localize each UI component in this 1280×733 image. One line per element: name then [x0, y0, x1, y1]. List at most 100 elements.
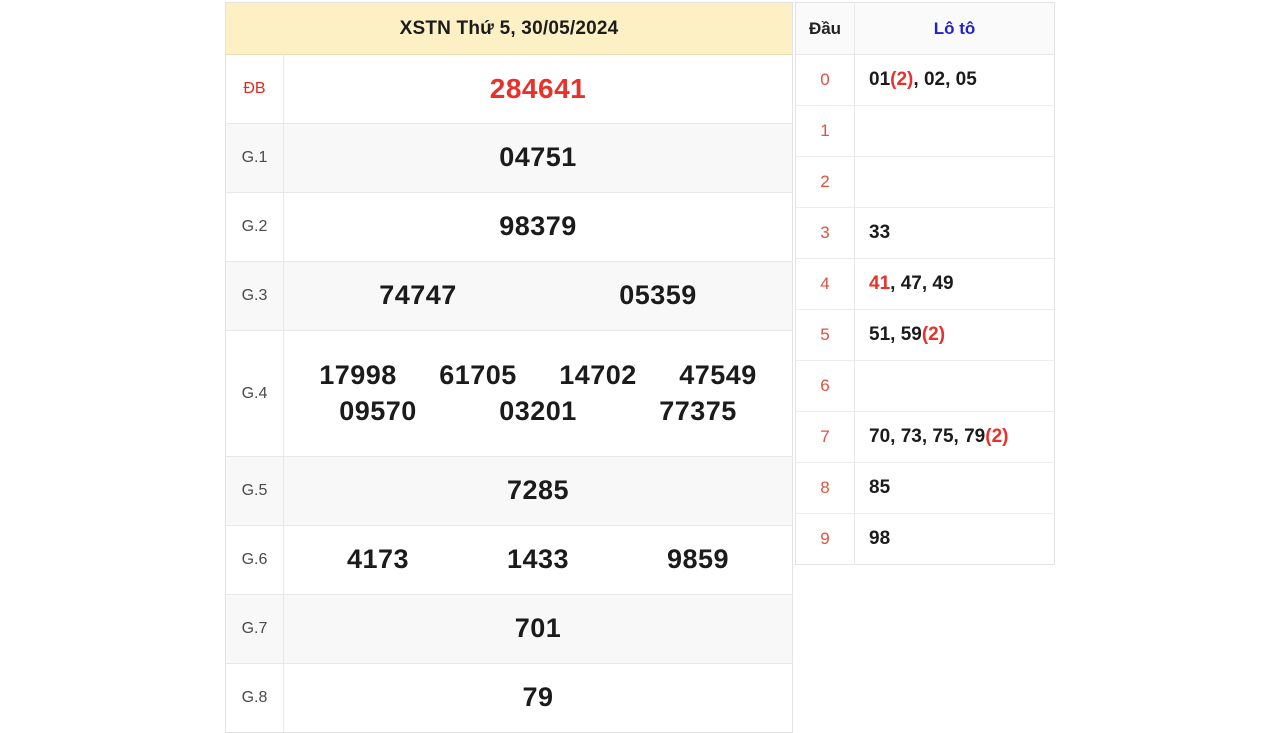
loto-numbers-9: 98	[854, 513, 1055, 565]
loto-number: 79	[964, 426, 986, 447]
prize-number-line: 7285	[298, 473, 778, 509]
page-root: XSTN Thứ 5, 30/05/2024 ĐB 284641 G.1 04751 G…	[0, 0, 1280, 733]
loto-numbers-6	[854, 360, 1055, 412]
results-title-row: XSTN Thứ 5, 30/05/2024	[225, 2, 793, 55]
prize-row: G.7 701	[225, 594, 793, 664]
loto-number: 75	[932, 426, 954, 447]
prize-number: 14702	[559, 359, 637, 390]
prize-row: G.8 79	[225, 663, 793, 733]
prize-number: 1433	[506, 544, 570, 575]
prize-number-line: 284641	[298, 71, 778, 108]
prize-number-line: 09570 03201 77375	[298, 394, 778, 430]
loto-row: 5 51, 59(2)	[795, 309, 1055, 361]
prize-label-g3: G.3	[225, 261, 284, 331]
loto-dau-7: 7	[795, 411, 855, 463]
loto-dau-6: 6	[795, 360, 855, 412]
loto-header-dau: Đầu	[795, 2, 855, 55]
prize-values-g4: 17998 61705 14702 47549 09570 03201 77375	[284, 331, 793, 457]
loto-dau-5: 5	[795, 309, 855, 361]
loto-number: 01	[869, 69, 891, 90]
prize-number: 701	[514, 613, 562, 644]
prize-label-g2: G.2	[225, 192, 284, 262]
prize-number: 17998	[319, 359, 397, 390]
prize-number: 77375	[659, 395, 737, 426]
loto-numbers-5: 51, 59(2)	[854, 309, 1055, 361]
loto-numbers-4: 41, 47, 49	[854, 258, 1055, 310]
results-title: XSTN Thứ 5, 30/05/2024	[225, 2, 793, 55]
loto-header-row: Đầu Lô tô	[795, 2, 1055, 55]
prize-label-g1: G.1	[225, 123, 284, 193]
prize-number: 03201	[499, 395, 577, 426]
loto-number: 85	[869, 477, 891, 498]
loto-dau-3: 3	[795, 207, 855, 259]
loto-number: 41	[869, 273, 891, 294]
prize-row: G.4 17998 61705 14702 47549 09570 03201 77375	[225, 330, 793, 457]
prize-number: 61705	[439, 359, 517, 390]
prize-label-g7: G.7	[225, 594, 284, 664]
prize-values-g3: 74747 05359	[284, 262, 793, 331]
loto-dau-2: 2	[795, 156, 855, 208]
prize-row: G.3 74747 05359	[225, 261, 793, 331]
prize-number: 05359	[619, 280, 697, 311]
prize-row: ĐB 284641	[225, 54, 793, 124]
prize-number-line: 04751	[298, 140, 778, 176]
lottery-results-table: XSTN Thứ 5, 30/05/2024 ĐB 284641 G.1 04751 G…	[225, 2, 793, 733]
loto-row: 8 85	[795, 462, 1055, 514]
loto-row: 9 98	[795, 513, 1055, 565]
loto-dau-8: 8	[795, 462, 855, 514]
loto-numbers-1	[854, 105, 1055, 157]
loto-row: 7 70, 73, 75, 79(2)	[795, 411, 1055, 463]
loto-dau-1: 1	[795, 105, 855, 157]
prize-label-g8: G.8	[225, 663, 284, 733]
loto-row: 0 01(2), 02, 05	[795, 54, 1055, 106]
loto-numbers-3: 33	[854, 207, 1055, 259]
prize-number: 4173	[346, 544, 410, 575]
loto-duplicate-count: (2)	[890, 69, 914, 90]
prize-values-g6: 4173 1433 9859	[284, 526, 793, 595]
loto-number: 59	[900, 324, 922, 345]
results-table-body: XSTN Thứ 5, 30/05/2024 ĐB 284641 G.1 04751 G…	[225, 2, 793, 733]
prize-number-line: 74747 05359	[298, 278, 778, 314]
loto-header-loto: Lô tô	[854, 2, 1055, 55]
prize-row: G.5 7285	[225, 456, 793, 526]
prize-number: 04751	[499, 142, 577, 173]
loto-row: 2	[795, 156, 1055, 208]
loto-summary-table: Đầu Lô tô 0 01(2), 02, 05 1 2 3 33 4 41, 47, 49…	[795, 2, 1055, 565]
prize-values-g2: 98379	[284, 193, 793, 262]
prize-values-g7: 701	[284, 595, 793, 664]
loto-table-head: Đầu Lô tô	[795, 2, 1055, 55]
loto-duplicate-count: (2)	[921, 324, 946, 345]
loto-number: 47	[900, 273, 922, 294]
loto-numbers-7: 70, 73, 75, 79(2)	[854, 411, 1055, 463]
prize-number: 98379	[499, 211, 577, 242]
prize-number-line: 79	[298, 680, 778, 716]
prize-number-line: 4173 1433 9859	[298, 542, 778, 578]
loto-number: 33	[869, 222, 891, 243]
prize-label-g5: G.5	[225, 456, 284, 526]
loto-row: 3 33	[795, 207, 1055, 259]
loto-number: 98	[869, 528, 891, 549]
prize-label-g4: G.4	[225, 330, 284, 457]
loto-number: 73	[900, 426, 922, 447]
prize-label-g6: G.6	[225, 525, 284, 595]
loto-row: 6	[795, 360, 1055, 412]
prize-number-line: 17998 61705 14702 47549	[298, 358, 778, 394]
prize-number: 09570	[339, 395, 417, 426]
loto-number: 05	[955, 69, 977, 90]
loto-dau-9: 9	[795, 513, 855, 565]
prize-number-line: 701	[298, 611, 778, 647]
loto-number: 51	[869, 324, 891, 345]
loto-numbers-2	[854, 156, 1055, 208]
loto-dau-4: 4	[795, 258, 855, 310]
prize-row: G.2 98379	[225, 192, 793, 262]
prize-row: G.6 4173 1433 9859	[225, 525, 793, 595]
prize-number: 7285	[506, 475, 570, 506]
prize-row: G.1 04751	[225, 123, 793, 193]
loto-dau-0: 0	[795, 54, 855, 106]
prize-number: 47549	[679, 359, 757, 390]
prize-label-đb: ĐB	[225, 54, 284, 124]
prize-values-g5: 7285	[284, 457, 793, 526]
prize-number-line: 98379	[298, 209, 778, 245]
prize-values-g1: 04751	[284, 124, 793, 193]
prize-number: 74747	[379, 280, 457, 311]
